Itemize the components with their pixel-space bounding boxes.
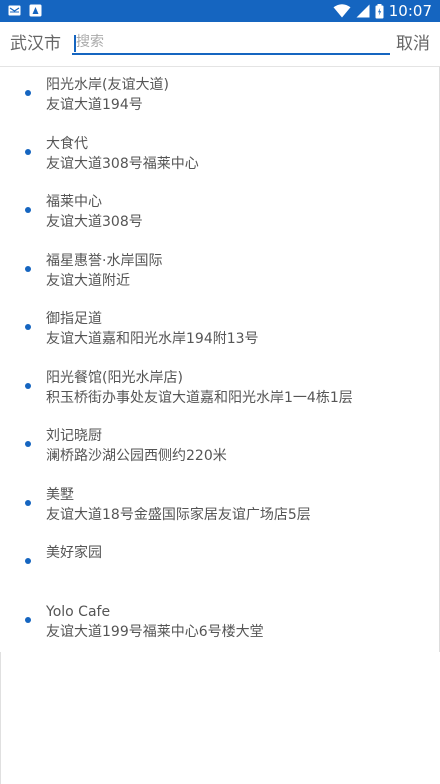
list-item-name: 福莱中心 <box>46 194 102 210</box>
search-bar: 武汉市 取消 <box>0 22 440 66</box>
list-item-address: 友谊大道308号 <box>46 214 143 230</box>
list-item[interactable]: 阳光水岸(友谊大道) 友谊大道194号 <box>0 67 439 126</box>
cancel-button[interactable]: 取消 <box>396 32 430 56</box>
city-selector[interactable]: 武汉市 <box>10 32 61 56</box>
list-item-name: 美墅 <box>46 486 74 503</box>
list-item-address: 友谊大道194号 <box>46 97 143 113</box>
list-item-name: 福星惠誉·水岸国际 <box>46 252 163 269</box>
bullet-dot-icon <box>25 616 31 623</box>
empty-area <box>0 652 440 784</box>
app-notification-icon <box>29 4 42 17</box>
list-item[interactable]: 美墅友谊大道18号金盛国际家居友谊广场店5层 <box>0 477 439 536</box>
list-item-name: 御指足道 <box>46 311 102 327</box>
list-item-address: 积玉桥街办事处友谊大道嘉和阳光水岸1一4栋1层 <box>46 389 353 406</box>
search-input[interactable] <box>72 31 390 55</box>
list-item-address: 友谊大道嘉和阳光水岸194附13号 <box>46 331 259 347</box>
list-item-address: 澜桥路沙湖公园西侧约220米 <box>46 448 227 464</box>
bullet-dot-icon <box>25 499 31 506</box>
list-item-name: 阳光餐馆(阳光水岸店) <box>46 369 183 386</box>
status-right-icons: 10:07 <box>333 2 432 20</box>
list-item-address: 友谊大道附近 <box>46 272 130 289</box>
list-item-address: 友谊大道18号金盛国际家居友谊广场店5层 <box>46 506 311 523</box>
list-item-name: 阳光水岸(友谊大道) <box>46 77 169 93</box>
bullet-dot-icon <box>25 265 31 272</box>
list-item[interactable]: 大食代友谊大道308号福莱中心 <box>0 126 439 185</box>
results-list: 阳光水岸(友谊大道) 友谊大道194号 大食代 友谊大道308号福莱中心 福莱中心 友谊大… <box>0 66 440 652</box>
list-item[interactable]: 福星惠誉·水岸国际 友谊大道附近 <box>0 243 439 302</box>
status-bar: 10:07 <box>0 0 440 22</box>
list-item-name: 大食代 <box>46 135 88 152</box>
bullet-dot-icon <box>25 90 31 96</box>
list-item[interactable]: Yolo Cafe 友谊大道199号福莱中心6号楼大堂 <box>0 594 439 653</box>
list-item[interactable]: 御指足道友谊大道嘉和阳光水岸194附13号 <box>0 301 439 360</box>
list-item[interactable]: 刘记晓厨澜桥路沙湖公园西侧约220米 <box>0 418 439 477</box>
status-time: 10:07 <box>388 2 432 20</box>
list-item[interactable]: 福莱中心友谊大道308号 <box>0 184 439 243</box>
bullet-dot-icon <box>25 324 31 330</box>
bullet-dot-icon <box>25 382 31 389</box>
list-item[interactable]: 阳光餐馆(阳光水岸店) 积玉桥街办事处友谊大道嘉和阳光水岸1一4栋1层 <box>0 360 439 419</box>
bullet-dot-icon <box>25 441 31 447</box>
email-icon <box>8 5 21 16</box>
list-item-address: 友谊大道308号福莱中心 <box>46 155 199 172</box>
status-left-icons <box>8 4 42 17</box>
bullet-dot-icon <box>25 207 31 213</box>
list-item-name: 刘记晓厨 <box>46 428 102 444</box>
list-item[interactable]: 美好家园 <box>0 535 439 594</box>
list-item-name: Yolo Cafe <box>46 603 111 620</box>
text-cursor <box>74 35 76 52</box>
bullet-dot-icon <box>25 148 31 155</box>
wifi-icon <box>333 4 351 18</box>
signal-icon <box>356 4 370 18</box>
battery-icon <box>375 3 384 18</box>
list-item-address: 友谊大道199号福莱中心6号楼大堂 <box>46 623 264 640</box>
bullet-dot-icon <box>25 558 31 564</box>
list-item-name: 美好家园 <box>46 545 102 561</box>
